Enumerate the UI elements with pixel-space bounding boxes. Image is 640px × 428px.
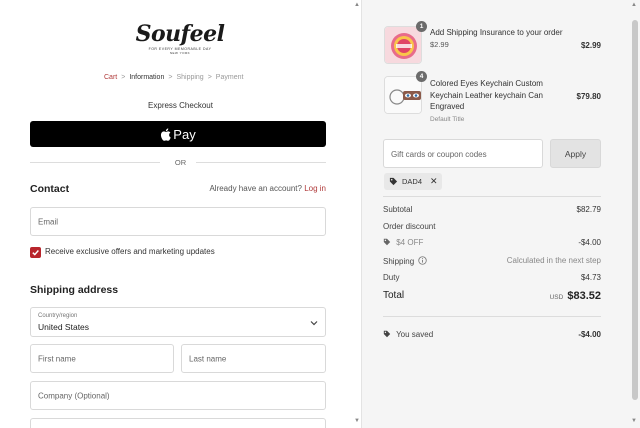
breadcrumb-separator: >: [207, 74, 212, 81]
total-amount-group: USD $83.52: [550, 290, 601, 302]
tag-icon: [383, 238, 391, 246]
express-checkout-title: Express Checkout: [148, 101, 213, 110]
coupon-placeholder: Gift cards or coupon codes: [391, 150, 487, 159]
tag-icon: [383, 330, 391, 338]
breadcrumb-payment: Payment: [215, 74, 244, 81]
account-prompt: Already have an account? Log in: [209, 184, 326, 193]
apple-pay-button[interactable]: Pay: [30, 121, 326, 147]
eyes-keychain-image-icon: [385, 77, 421, 113]
total-value: $83.52: [567, 290, 601, 302]
coupon-input[interactable]: Gift cards or coupon codes: [383, 139, 543, 168]
country-label: Country/region: [38, 313, 78, 319]
breadcrumb-separator: >: [168, 74, 173, 81]
shipping-label: Shipping: [383, 257, 415, 266]
item-title-insurance: Add Shipping Insurance to your order: [430, 28, 563, 37]
checkmark-icon: [32, 250, 39, 256]
discount-value: -$4.00: [578, 238, 601, 247]
email-placeholder: Email: [38, 217, 59, 226]
remove-discount-icon[interactable]: ✕: [430, 176, 438, 187]
applied-discount-chip: DAD4 ✕: [384, 173, 442, 190]
brand-logo[interactable]: Soufeel FOR EVERY MEMORABLE DAY NEW YORK: [120, 22, 240, 55]
marketing-opt-in-label: Receive exclusive offers and marketing u…: [45, 247, 215, 256]
scrollbar-thumb[interactable]: [632, 20, 638, 400]
marketing-opt-in-checkbox[interactable]: [30, 247, 41, 258]
item-title-keychain: Colored Eyes Keychain Custom Keychain Le…: [430, 78, 555, 113]
duty-value: $4.73: [580, 273, 601, 282]
duty-row: Duty $4.73: [383, 273, 601, 282]
product-thumbnail-keychain: [384, 76, 422, 114]
shipping-insurance-badge-icon: [385, 27, 421, 63]
order-discount-row: Order discount: [383, 222, 601, 231]
company-placeholder: Company (Optional): [38, 391, 110, 400]
first-name-placeholder: First name: [38, 354, 76, 363]
logo-wordmark: Soufeel: [135, 21, 225, 47]
left-scrollbar[interactable]: ▲ ▼: [353, 0, 361, 428]
saved-value: -$4.00: [578, 330, 601, 339]
breadcrumb-cart[interactable]: Cart: [104, 74, 117, 81]
currency-code: USD: [549, 294, 564, 301]
last-name-field[interactable]: Last name: [181, 344, 326, 373]
saved-label: You saved: [396, 330, 434, 339]
address-field[interactable]: [30, 418, 326, 428]
logo-location: NEW YORK: [169, 51, 191, 55]
item-title-line: Engraved: [430, 102, 465, 111]
account-prompt-text: Already have an account?: [209, 184, 302, 193]
item-title-line: Colored Eyes Keychain Custom: [430, 79, 543, 88]
total-row: Total USD $83.52: [383, 290, 601, 302]
savings-row: You saved -$4.00: [383, 330, 601, 339]
scroll-up-icon[interactable]: ▲: [631, 2, 637, 8]
discount-code-label: $4 OFF: [396, 238, 424, 247]
country-select[interactable]: Country/region United States: [30, 307, 326, 337]
subtotal-label: Subtotal: [383, 205, 413, 214]
scroll-down-icon[interactable]: ▼: [631, 418, 637, 424]
scroll-down-icon[interactable]: ▼: [354, 418, 360, 424]
scroll-up-icon[interactable]: ▲: [354, 2, 360, 8]
summary-divider: [383, 196, 601, 197]
item-title-line: Keychain Leather keychain Can: [430, 90, 543, 100]
order-summary-panel: [361, 0, 640, 428]
subtotal-value: $82.79: [576, 205, 601, 214]
company-field[interactable]: Company (Optional): [30, 381, 326, 410]
product-thumbnail-insurance: [384, 26, 422, 64]
order-discount-label: Order discount: [383, 222, 436, 231]
last-name-placeholder: Last name: [189, 354, 227, 363]
quantity-badge: 4: [416, 71, 427, 82]
country-value: United States: [38, 322, 90, 332]
first-name-field[interactable]: First name: [30, 344, 174, 373]
shipping-address-heading: Shipping address: [30, 284, 119, 296]
or-label: OR: [174, 158, 187, 167]
summary-divider: [383, 316, 601, 317]
info-icon[interactable]: [418, 256, 428, 265]
shipping-row: Shipping Calculated in the next step: [383, 256, 601, 266]
email-field[interactable]: Email: [30, 207, 326, 236]
discount-code-row: $4 OFF -$4.00: [383, 238, 601, 247]
tag-icon: [389, 177, 398, 186]
total-label: Total: [383, 290, 405, 301]
subtotal-row: Subtotal $82.79: [383, 205, 601, 214]
breadcrumb: Cart > Information > Shipping > Payment: [104, 74, 243, 81]
item-variant-keychain: Default Title: [430, 116, 465, 123]
apple-pay-label: Pay: [173, 126, 196, 142]
login-link[interactable]: Log in: [304, 184, 326, 193]
applied-code-label: DAD4: [402, 177, 423, 186]
checkout-form-panel: Soufeel FOR EVERY MEMORABLE DAY NEW YORK…: [0, 0, 361, 428]
item-subprice-insurance: $2.99: [430, 40, 449, 49]
apply-coupon-button[interactable]: Apply: [550, 139, 601, 168]
shipping-value: Calculated in the next step: [506, 256, 601, 265]
item-price-keychain: $79.80: [576, 92, 601, 101]
duty-label: Duty: [383, 273, 400, 282]
contact-heading: Contact: [30, 183, 70, 195]
chevron-down-icon: [310, 321, 318, 326]
item-price-insurance: $2.99: [580, 41, 601, 50]
right-scrollbar[interactable]: ▲ ▼: [630, 0, 640, 428]
breadcrumb-information: Information: [129, 74, 165, 81]
breadcrumb-separator: >: [121, 74, 126, 81]
breadcrumb-shipping: Shipping: [176, 74, 204, 81]
quantity-badge: 1: [416, 21, 427, 32]
apple-icon: [161, 127, 171, 141]
